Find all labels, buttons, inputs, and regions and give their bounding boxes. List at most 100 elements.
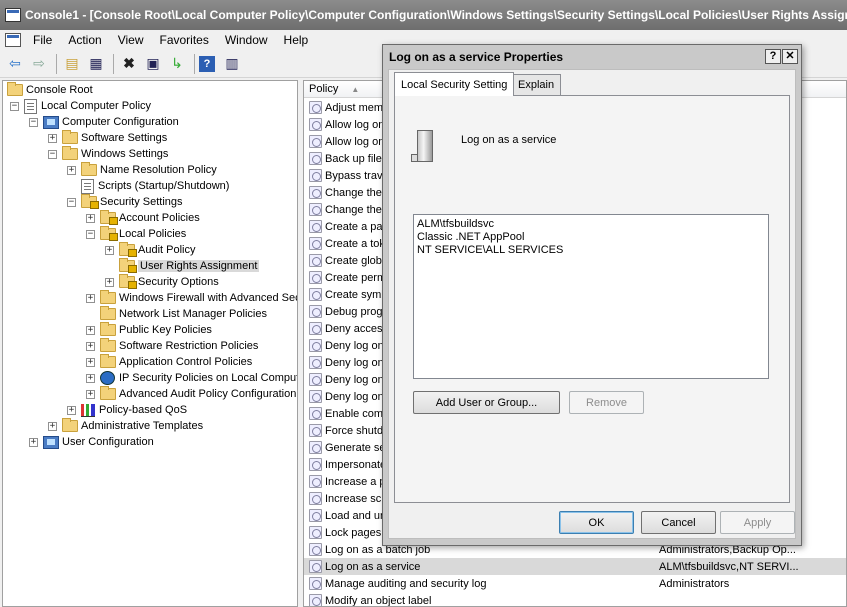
remove-button[interactable]: Remove xyxy=(569,391,644,414)
tree-item[interactable]: + Account Policies xyxy=(86,210,200,226)
dialog-close-button[interactable]: ✕ xyxy=(782,49,798,64)
forward-arrow-icon[interactable]: ⇨ xyxy=(28,53,50,75)
tree-item-label: Scripts (Startup/Shutdown) xyxy=(98,180,230,192)
security-setting-cell: Administrators xyxy=(659,577,730,590)
computer-icon xyxy=(43,115,59,129)
tree-item-label: Security Options xyxy=(138,276,219,288)
tree-item[interactable]: + Software Restriction Policies xyxy=(86,338,258,354)
members-listbox[interactable]: ALM\tfsbuildsvc Classic .NET AppPool NT … xyxy=(413,214,769,379)
collapse-icon[interactable]: − xyxy=(67,197,76,207)
tree-item[interactable]: + User Configuration xyxy=(29,434,154,450)
tab-local-security-setting[interactable]: Local Security Setting xyxy=(394,72,515,96)
member-item[interactable]: ALM\tfsbuildsvc xyxy=(414,218,768,231)
menu-action[interactable]: Action xyxy=(60,33,109,47)
delete-icon[interactable]: ✖ xyxy=(118,53,140,75)
member-item[interactable]: NT SERVICE\ALL SERVICES xyxy=(414,244,768,257)
up-folder-icon[interactable]: ▤ xyxy=(61,53,83,75)
dialog-help-button[interactable]: ? xyxy=(765,49,781,64)
policy-setting-icon xyxy=(309,152,322,165)
expand-icon[interactable]: + xyxy=(86,293,95,303)
secure-folder-icon xyxy=(81,194,99,209)
expand-icon[interactable]: + xyxy=(86,373,95,383)
menu-view[interactable]: View xyxy=(110,33,152,47)
properties-dialog: Log on as a service Properties ? ✕ Local… xyxy=(382,44,802,546)
tree-item[interactable]: + Administrative Templates xyxy=(48,418,203,434)
console-tree: Console Root − Local Computer Policy − Compu… xyxy=(2,80,298,607)
menu-help[interactable]: Help xyxy=(276,33,317,47)
tree-item[interactable]: + Application Control Policies xyxy=(86,354,252,370)
collapse-icon[interactable]: − xyxy=(29,117,38,127)
expand-icon[interactable]: + xyxy=(67,165,76,175)
collapse-icon[interactable]: − xyxy=(86,229,95,239)
ok-button[interactable]: OK xyxy=(559,511,634,534)
member-item[interactable]: Classic .NET AppPool xyxy=(414,231,768,244)
policy-row[interactable]: Manage auditing and security log Administ… xyxy=(304,575,846,592)
tree-item-label: Policy-based QoS xyxy=(99,404,188,416)
expand-icon[interactable]: + xyxy=(86,213,95,223)
policy-setting-icon xyxy=(309,339,322,352)
expand-icon[interactable]: + xyxy=(105,277,114,287)
window-title-bar: Console1 - [Console Root\Local Computer … xyxy=(0,0,847,30)
tree-item-label: Windows Settings xyxy=(81,148,169,160)
export-list-icon[interactable]: ↳ xyxy=(166,53,188,75)
tree-item-label: Computer Configuration xyxy=(62,116,179,128)
menu-file[interactable]: File xyxy=(25,33,60,47)
tree-item[interactable]: + Windows Firewall with Advanced Sec xyxy=(86,290,297,306)
expand-icon[interactable]: + xyxy=(86,357,95,367)
tree-item-label: Name Resolution Policy xyxy=(100,164,217,176)
toolbar-separator xyxy=(194,53,195,74)
properties-icon[interactable]: ▣ xyxy=(142,53,164,75)
expand-icon[interactable]: + xyxy=(86,341,95,351)
tree-item[interactable]: + Software Settings xyxy=(48,130,167,146)
expand-icon[interactable]: + xyxy=(48,421,57,431)
folder-icon xyxy=(100,354,116,368)
tree-item[interactable]: − Computer Configuration xyxy=(29,114,179,130)
column-header-policy[interactable]: Policy ▲ xyxy=(304,83,359,95)
cancel-button[interactable]: Cancel xyxy=(641,511,716,534)
tree-item[interactable]: − Windows Settings xyxy=(48,146,168,162)
tree-item[interactable]: + Public Key Policies xyxy=(86,322,212,338)
tree-item[interactable]: + Audit Policy xyxy=(105,242,195,258)
expand-icon[interactable]: + xyxy=(48,133,57,143)
tree-item[interactable]: + Advanced Audit Policy Configuration xyxy=(86,386,296,402)
tree-item[interactable]: + Security Options xyxy=(105,274,219,290)
policy-row[interactable]: Log on as a service ALM\tfsbuildsvc,NT SE… xyxy=(304,558,846,575)
add-user-or-group-button[interactable]: Add User or Group... xyxy=(413,391,560,414)
expand-icon[interactable]: + xyxy=(29,437,38,447)
tree-item[interactable]: User Rights Assignment xyxy=(105,258,260,274)
tree-item[interactable]: + Policy-based QoS xyxy=(67,402,187,418)
tree-item[interactable]: − Local Policies xyxy=(86,226,186,242)
tree-item-label: Public Key Policies xyxy=(119,324,212,336)
collapse-icon[interactable]: − xyxy=(48,149,57,159)
collapse-icon[interactable]: − xyxy=(10,101,19,111)
menu-window[interactable]: Window xyxy=(217,33,276,47)
show-action-pane-icon[interactable]: ▥ xyxy=(221,53,243,75)
expand-icon[interactable]: + xyxy=(86,325,95,335)
tree-item[interactable]: + Name Resolution Policy xyxy=(67,162,217,178)
expand-icon[interactable]: + xyxy=(86,389,95,399)
folder-icon xyxy=(62,418,78,432)
expand-icon[interactable]: + xyxy=(105,245,114,255)
tree-item-label: User Rights Assignment xyxy=(138,260,260,272)
policy-setting-icon xyxy=(309,594,322,606)
tree-item[interactable]: Scripts (Startup/Shutdown) xyxy=(67,178,229,194)
policy-setting-icon xyxy=(309,237,322,250)
secure-folder-icon xyxy=(100,226,118,241)
back-arrow-icon[interactable]: ⇦ xyxy=(4,53,26,75)
tree-item-label: User Configuration xyxy=(62,436,154,448)
help-icon[interactable]: ? xyxy=(199,55,215,72)
tab-explain[interactable]: Explain xyxy=(511,74,562,95)
console-menu-icon[interactable] xyxy=(5,33,21,47)
tree-item[interactable]: − Security Settings xyxy=(67,194,183,210)
policy-row[interactable]: Modify an object label xyxy=(304,592,846,606)
tree-item[interactable]: + IP Security Policies on Local Compute xyxy=(86,370,297,386)
expand-icon[interactable]: + xyxy=(67,405,76,415)
tree-item[interactable]: Network List Manager Policies xyxy=(86,306,267,322)
show-hide-tree-icon[interactable]: ▦ xyxy=(85,53,107,75)
apply-button[interactable]: Apply xyxy=(720,511,795,534)
policy-document-icon xyxy=(81,178,94,194)
dialog-title-bar: Log on as a service Properties xyxy=(383,45,801,69)
tree-item[interactable]: − Local Computer Policy xyxy=(10,98,151,114)
menu-favorites[interactable]: Favorites xyxy=(152,33,217,47)
tree-item[interactable]: Console Root xyxy=(7,82,93,98)
